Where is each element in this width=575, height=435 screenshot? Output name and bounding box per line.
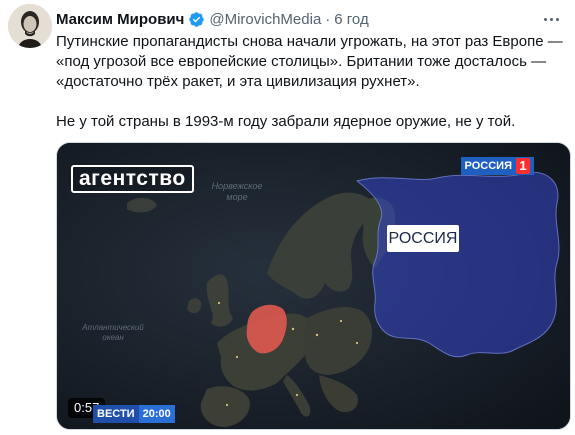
channel-logo-text: РОССИЯ	[464, 160, 512, 172]
tweet-paragraph-1: Путинские пропагандисты снова начали угр…	[56, 32, 568, 92]
map-label-russia: РОССИЯ	[387, 225, 459, 252]
avatar[interactable]	[8, 4, 52, 48]
tweet-header: Максим Мирович @MirovichMedia · 6 год	[56, 9, 369, 29]
author-name[interactable]: Максим Мирович	[56, 11, 184, 28]
channel-logo-number: 1	[516, 158, 530, 174]
avatar-portrait	[8, 4, 52, 48]
separator-dot: ·	[325, 10, 331, 28]
more-options-icon[interactable]	[541, 10, 561, 28]
agency-logo: агентство	[71, 165, 194, 193]
ticker-time: 20:00	[138, 405, 175, 423]
ticker-brand: ВЕСТИ	[93, 405, 139, 423]
tweet-paragraph-2: Не у той страны в 1993-м году забрали яд…	[56, 113, 516, 130]
news-ticker-logo: ВЕСТИ 20:00	[93, 405, 175, 423]
tweet-line: Путинские пропагандисты снова начали угр…	[56, 33, 563, 50]
video-player[interactable]: агентство Норвежское море Атлантический …	[56, 142, 571, 430]
sea-label-atlantic: Атлантический океан	[82, 323, 144, 342]
tweet-line: «достаточно трёх ракет, и эта цивилизаци…	[56, 73, 420, 90]
sea-label-north: Норвежское море	[211, 181, 263, 202]
tweet-card[interactable]: Максим Мирович @MirovichMedia · 6 год Пу…	[0, 0, 575, 435]
author-handle[interactable]: @MirovichMedia	[209, 11, 321, 28]
timestamp[interactable]: 6 год	[334, 11, 368, 28]
verified-badge-icon	[189, 11, 205, 27]
tweet-line: «под угрозой все европейские столицы». Б…	[56, 53, 547, 70]
channel-logo: РОССИЯ 1	[460, 157, 534, 175]
tweet-text: Путинские пропагандисты снова начали угр…	[56, 32, 568, 132]
